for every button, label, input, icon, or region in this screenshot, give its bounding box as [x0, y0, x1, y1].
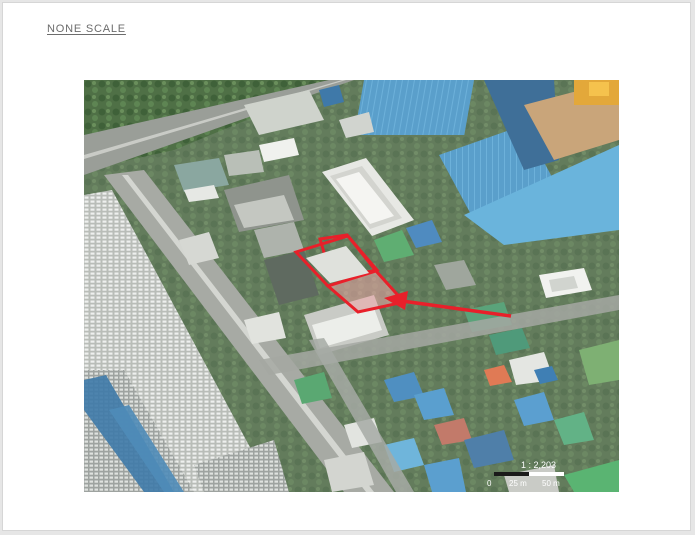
- document-sheet: NONE SCALE 1: 2,203 0 25 m 50 m: [2, 2, 691, 531]
- scale-tick-0: 0: [487, 479, 492, 488]
- satellite-map: 1 : 2,203 0 25 m 50 m: [84, 80, 619, 492]
- scale-tick-25: 25 m: [509, 479, 527, 488]
- scale-tick-50: 50 m: [542, 479, 560, 488]
- scale-title: NONE SCALE: [47, 23, 126, 35]
- scale-ratio: 1 : 2,203: [521, 460, 556, 470]
- map-canvas: 1 : 2,203 0 25 m 50 m: [84, 80, 619, 492]
